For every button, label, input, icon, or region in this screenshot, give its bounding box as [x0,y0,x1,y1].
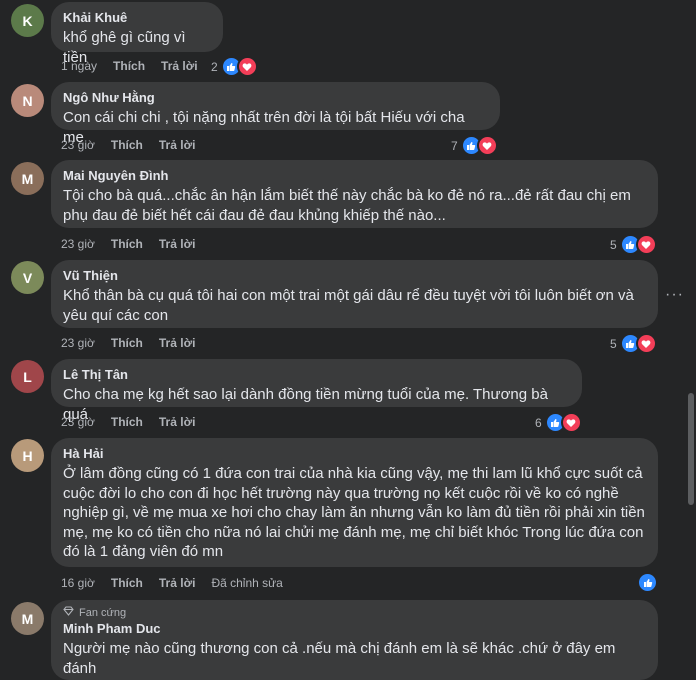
edited-label: Đã chỉnh sửa [211,576,283,590]
avatar[interactable]: M [11,162,44,195]
comment-actions: 1 ngày Thích Trả lời [61,59,198,73]
love-icon [476,135,498,156]
love-icon [635,234,657,255]
reaction-count: 5 [610,237,617,252]
reaction-summary[interactable]: 7 [451,135,498,156]
avatar[interactable]: H [11,439,44,472]
reaction-summary[interactable] [637,572,658,593]
love-icon [236,56,258,77]
reaction-count: 5 [610,336,617,351]
more-options-button[interactable]: ··· [665,286,684,304]
comment-author[interactable]: Mai Nguyên Đình [63,168,646,184]
comment-actions: 23 giờ Thích Trả lời [61,138,195,152]
comment-actions: 23 giờ Thích Trả lời [61,415,195,429]
comment-actions: 23 giờ Thích Trả lời [61,336,195,350]
reaction-summary[interactable]: 6 [535,412,582,433]
comment-time[interactable]: 23 giờ [61,237,95,251]
like-icon [637,572,658,593]
love-icon [635,333,657,354]
reply-button[interactable]: Trả lời [161,59,198,73]
scrollbar-thumb[interactable] [688,393,694,505]
love-icon [560,412,582,433]
comment-author[interactable]: Vũ Thiện [63,268,646,284]
comment-bubble: Fan cứng Minh Pham Duc Người mẹ nào cũng… [51,600,658,680]
comment-time[interactable]: 23 giờ [61,415,95,429]
avatar[interactable]: L [11,360,44,393]
comment-bubble: Vũ Thiện Khổ thân bà cụ quá tôi hai con … [51,260,658,328]
like-button[interactable]: Thích [111,138,143,152]
reply-button[interactable]: Trả lời [159,237,196,251]
comment-author[interactable]: Khải Khuê [63,10,211,26]
comment-author[interactable]: Minh Pham Duc [63,621,646,637]
reply-button[interactable]: Trả lời [159,138,196,152]
comment-bubble: Hà Hải Ở lâm đồng cũng có 1 đứa con trai… [51,438,658,567]
avatar[interactable]: V [11,261,44,294]
reaction-count: 7 [451,138,458,153]
like-button[interactable]: Thích [111,336,143,350]
comment-bubble: Mai Nguyên Đình Tội cho bà quá...chắc ân… [51,160,658,228]
reaction-summary[interactable]: 5 [610,333,657,354]
like-button[interactable]: Thích [111,237,143,251]
comment-time[interactable]: 1 ngày [61,59,97,73]
diamond-icon [63,606,74,619]
comment-time[interactable]: 23 giờ [61,138,95,152]
comment-text: Ở lâm đồng cũng có 1 đứa con trai của nh… [63,465,645,560]
fan-badge: Fan cứng [63,606,646,619]
comment-bubble: Ngô Như Hằng Con cái chi chi , tội nặng … [51,82,500,146]
comment-text: Khổ thân bà cụ quá tôi hai con một trai … [63,287,634,324]
reaction-summary[interactable]: 2 [211,56,258,77]
reply-button[interactable]: Trả lời [159,336,196,350]
like-button[interactable]: Thích [113,59,145,73]
avatar[interactable]: M [11,602,44,635]
comment-time[interactable]: 23 giờ [61,336,95,350]
reaction-count: 6 [535,415,542,430]
comment-author[interactable]: Lê Thị Tân [63,367,570,383]
fan-badge-label: Fan cứng [79,606,127,619]
comment-time[interactable]: 16 giờ [61,576,95,590]
comment-author[interactable]: Ngô Như Hằng [63,90,488,106]
reaction-summary[interactable]: 5 [610,234,657,255]
reply-button[interactable]: Trả lời [159,415,196,429]
reply-button[interactable]: Trả lời [159,576,196,590]
comment-text: Người mẹ nào cũng thương con cả .nếu mà … [63,640,616,677]
comment-text: Tội cho bà quá...chắc ân hận lắm biết th… [63,187,631,224]
avatar[interactable]: N [11,84,44,117]
like-button[interactable]: Thích [111,415,143,429]
comment-bubble: Khải Khuê khổ ghê gì cũng vì tiền [51,2,223,66]
comment-author[interactable]: Hà Hải [63,446,646,462]
avatar[interactable]: K [11,4,44,37]
like-button[interactable]: Thích [111,576,143,590]
comment-actions: 23 giờ Thích Trả lời [61,237,195,251]
comment-bubble: Lê Thị Tân Cho cha mẹ kg hết sao lại dàn… [51,359,582,423]
reaction-count: 2 [211,59,218,74]
comment-actions: 16 giờ Thích Trả lời Đã chỉnh sửa [61,576,283,590]
